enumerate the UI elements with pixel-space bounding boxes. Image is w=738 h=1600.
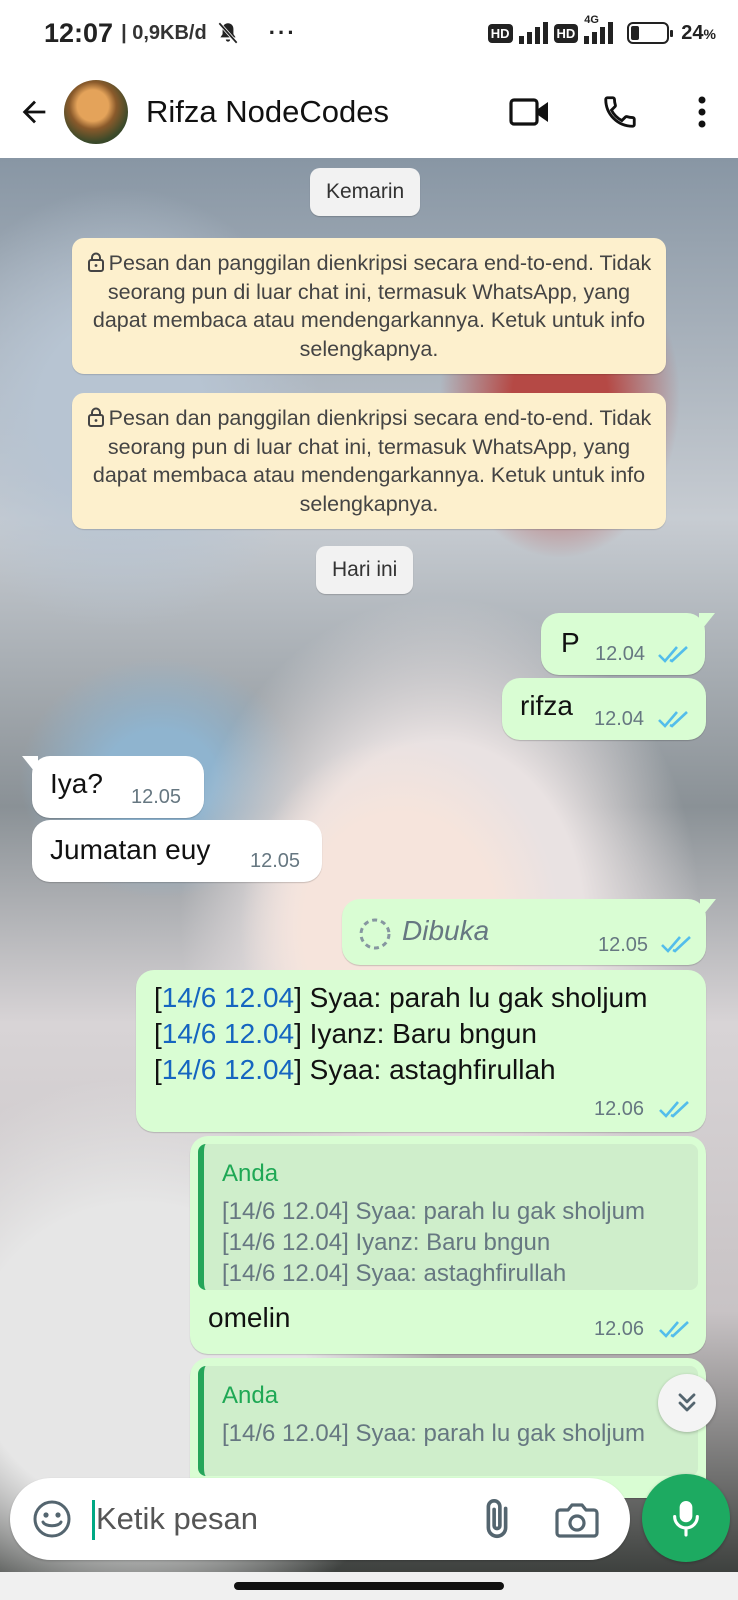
message-text: [14/6 12.04] Syaa: parah lu gak sholjum …: [154, 980, 647, 1088]
message-bubble-incoming[interactable]: Iya? 12.05: [22, 756, 204, 818]
hd-badge-2: HD: [553, 23, 579, 43]
double-chevron-down-icon: [678, 1393, 696, 1412]
message-text: rifza: [520, 690, 573, 721]
message-time: 12.04: [594, 708, 645, 730]
message-text: Jumatan euy: [50, 834, 211, 865]
date-chip-today: Hari ini: [316, 546, 414, 594]
microphone-button[interactable]: [642, 1474, 730, 1562]
encryption-notice[interactable]: Pesan dan panggilan dienkripsi secara en…: [72, 393, 666, 529]
contact-name[interactable]: Rifza NodeCodes: [146, 94, 389, 130]
scroll-to-bottom-button[interactable]: [658, 1374, 716, 1432]
more-vertical-icon: [698, 96, 706, 128]
double-check-icon: [659, 1321, 689, 1338]
status-time: 12:07: [44, 17, 114, 48]
view-once-message[interactable]: Dibuka 12.05: [342, 899, 716, 965]
voice-call-button[interactable]: [598, 90, 642, 134]
signal-4g-icon: 4G: [584, 14, 614, 44]
battery-icon: [627, 22, 674, 44]
message-input[interactable]: [96, 1494, 456, 1544]
avatar[interactable]: [64, 80, 128, 144]
double-check-icon: [659, 1101, 689, 1118]
message-bubble-incoming[interactable]: Jumatan euy 12.05: [32, 820, 322, 882]
double-check-icon: [658, 711, 688, 728]
lock-icon: [87, 252, 104, 272]
paperclip-icon[interactable]: [474, 1496, 520, 1542]
status-bar: 12:07 | 0,9KB/d ··· HD HD 4G 24%: [0, 0, 738, 66]
quote-line: [14/6 12.04] Iyanz: Baru bngun: [222, 1229, 551, 1256]
network-speed: | 0,9KB/d: [121, 21, 207, 44]
quote-text: [14/6 12.04] Syaa: parah lu gak sholjum: [222, 1418, 645, 1449]
chat-header: Rifza NodeCodes: [0, 66, 738, 158]
phone-icon: [604, 96, 636, 128]
message-text: omelin: [208, 1302, 291, 1333]
message-bubble-outgoing[interactable]: P 12.04: [541, 613, 715, 675]
more-options-button[interactable]: [680, 90, 724, 134]
message-line: [14/6 12.04] Syaa: astaghfirullah: [154, 1054, 556, 1085]
home-gesture-bar[interactable]: [234, 1582, 504, 1590]
quote-author: Anda: [222, 1382, 279, 1409]
message-bubble-outgoing[interactable]: rifza 12.04: [502, 678, 706, 740]
back-button[interactable]: [14, 92, 54, 132]
compose-bar: [10, 1478, 630, 1560]
message-time: 12.05: [598, 934, 649, 956]
message-time: 12.05: [250, 850, 301, 872]
quote-text: [14/6 12.04] Syaa: parah lu gak sholjum …: [222, 1196, 645, 1289]
message-text: Iya?: [50, 768, 103, 799]
microphone-icon: [673, 1501, 699, 1537]
lte-label: 4G: [584, 14, 599, 26]
message-line: [14/6 12.04] Iyanz: Baru bngun: [154, 1018, 537, 1049]
reply-message-bubble[interactable]: Anda [14/6 12.04] Syaa: parah lu gak sho…: [190, 1136, 706, 1354]
bell-muted-icon: [217, 22, 238, 44]
quoted-message[interactable]: Anda [14/6 12.04] Syaa: parah lu gak sho…: [198, 1366, 698, 1476]
message-time: 12.06: [594, 1318, 645, 1340]
quote-line: [14/6 12.04] Syaa: parah lu gak sholjum: [222, 1198, 645, 1225]
battery-percent: 24%: [681, 21, 716, 44]
message-time: 12.05: [131, 786, 182, 808]
lock-icon: [87, 407, 104, 427]
encryption-notice-text: Pesan dan panggilan dienkripsi secara en…: [92, 251, 652, 361]
message-line: [14/6 12.04] Syaa: parah lu gak sholjum: [154, 982, 648, 1013]
video-camera-icon: [509, 98, 548, 126]
quote-author: Anda: [222, 1160, 279, 1187]
status-more: ···: [268, 20, 297, 45]
message-text: P: [561, 627, 580, 658]
text-caret: [92, 1500, 95, 1540]
arrow-left-icon: [22, 100, 46, 124]
hd-badge: HD: [487, 23, 513, 43]
double-check-icon: [658, 646, 688, 663]
quote-line: [14/6 12.04] Syaa: astaghfirullah: [222, 1260, 567, 1287]
date-chip-yesterday: Kemarin: [310, 168, 421, 216]
video-call-button[interactable]: [508, 90, 552, 134]
message-text: Dibuka: [402, 915, 490, 946]
chat-area[interactable]: Kemarin Pesan dan panggilan dienkripsi s…: [0, 158, 738, 1600]
signal-icon: [518, 22, 548, 44]
message-time: 12.04: [595, 643, 646, 665]
view-once-icon: [359, 918, 391, 950]
camera-icon[interactable]: [554, 1498, 600, 1542]
system-nav-bar: [0, 1572, 738, 1600]
emoji-icon[interactable]: [30, 1497, 74, 1541]
quote-line: [14/6 12.04] Syaa: parah lu gak sholjum: [222, 1420, 645, 1447]
message-bubble-outgoing[interactable]: [14/6 12.04] Syaa: parah lu gak sholjum …: [136, 970, 706, 1132]
encryption-notice-text: Pesan dan panggilan dienkripsi secara en…: [92, 406, 652, 516]
encryption-notice[interactable]: Pesan dan panggilan dienkripsi secara en…: [72, 238, 666, 374]
reply-message-bubble[interactable]: Anda [14/6 12.04] Syaa: parah lu gak sho…: [190, 1358, 706, 1498]
double-check-icon: [661, 936, 691, 953]
message-time: 12.06: [594, 1098, 645, 1120]
quoted-message[interactable]: Anda [14/6 12.04] Syaa: parah lu gak sho…: [198, 1144, 698, 1290]
